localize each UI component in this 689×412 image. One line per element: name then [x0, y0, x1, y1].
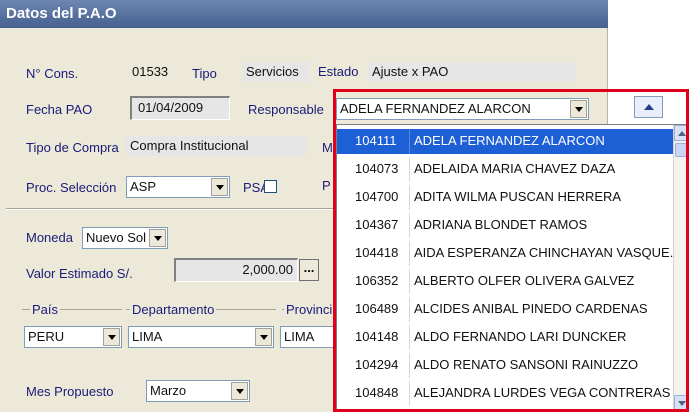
valor-estimado-field[interactable]: 2,000.00 [174, 258, 298, 282]
column-divider [409, 353, 410, 378]
list-item-name: ADELA FERNANDEZ ALARCON [414, 133, 605, 148]
psa-checkbox[interactable] [264, 180, 277, 193]
list-item-name: ADITA WILMA PUSCAN HERRERA [414, 189, 622, 204]
list-item[interactable]: 104111 ADELA FERNANDEZ ALARCON [337, 129, 673, 154]
departamento-dropdown-button[interactable] [255, 328, 272, 346]
list-item-code: 104700 [355, 189, 399, 204]
list-item-code: 104148 [355, 329, 399, 344]
provincia-value: LIMA [284, 329, 315, 344]
column-divider [409, 241, 410, 266]
list-item-code: 106489 [355, 301, 399, 316]
proc-seleccion-select[interactable]: ASP [126, 176, 230, 198]
proc-seleccion-label: Proc. Selección [26, 180, 117, 195]
chevron-down-icon [678, 401, 686, 406]
column-divider [409, 297, 410, 322]
mes-propuesto-label: Mes Propuesto [26, 384, 114, 399]
moneda-label: Moneda [26, 230, 73, 245]
fecha-pao-label: Fecha PAO [26, 102, 93, 117]
responsable-dropdown-button[interactable] [570, 100, 587, 118]
scroll-down-arrow[interactable] [674, 395, 688, 411]
chevron-down-icon [235, 388, 244, 394]
responsable-dropdown-list[interactable]: 104111 ADELA FERNANDEZ ALARCON 104073 ADELA… [336, 124, 689, 412]
moneda-value: Nuevo Sol [86, 230, 146, 245]
list-item-name: ALBERTO OLFER OLIVERA GALVEZ [414, 273, 635, 288]
tipo-value: Servicios [242, 62, 310, 82]
list-item[interactable]: 104294 ALDO RENATO SANSONI RAINUZZO [337, 353, 673, 378]
departamento-select[interactable]: LIMA [128, 326, 274, 348]
list-item-name: ALDO FERNANDO LARI DUNCKER [414, 329, 627, 344]
departamento-group-label: Departamento [130, 302, 217, 317]
responsable-select[interactable]: ADELA FERNANDEZ ALARCON [336, 98, 589, 120]
chevron-down-icon [215, 184, 224, 190]
list-item-name: AIDA ESPERANZA CHINCHAYAN VASQUE. [414, 245, 674, 260]
pais-dropdown-button[interactable] [103, 328, 120, 346]
list-item-code: 104848 [355, 385, 399, 400]
scroll-up-button[interactable] [634, 96, 663, 118]
pais-select[interactable]: PERU [24, 326, 122, 348]
column-divider [409, 325, 410, 350]
list-item[interactable]: 106489 ALCIDES ANIBAL PINEDO CARDENAS [337, 297, 673, 322]
valor-lookup-button[interactable]: ... [299, 259, 319, 281]
provincia-group-label: Provinci [284, 302, 335, 317]
window-title: Datos del P.A.O [0, 0, 608, 28]
scroll-up-arrow[interactable] [674, 125, 688, 141]
list-item-code: 104111 [355, 133, 397, 148]
list-item[interactable]: 106352 ALBERTO OLFER OLIVERA GALVEZ [337, 269, 673, 294]
moneda-dropdown-button[interactable] [149, 229, 166, 247]
responsable-label: Responsable [248, 102, 324, 117]
list-item-code: 104367 [355, 217, 399, 232]
fecha-pao-field[interactable]: 01/04/2009 [130, 96, 230, 120]
proc-seleccion-value: ASP [130, 179, 157, 194]
list-item[interactable]: 104073 ADELAIDA MARIA CHAVEZ DAZA [337, 157, 673, 182]
estado-label: Estado [318, 64, 359, 79]
hidden-m-label: M [322, 140, 333, 155]
chevron-down-icon [574, 106, 583, 112]
list-item-code: 104418 [355, 245, 399, 260]
hidden-p-label: P [322, 178, 331, 193]
list-item-code: 104294 [355, 357, 399, 372]
column-divider [409, 157, 410, 182]
list-item-name: ADRIANA BLONDET RAMOS [414, 217, 588, 232]
column-divider [409, 129, 410, 154]
mes-propuesto-value: Marzo [150, 383, 187, 398]
tipo-compra-label: Tipo de Compra [26, 140, 119, 155]
mes-propuesto-dropdown-button[interactable] [231, 382, 248, 400]
responsable-select-value: ADELA FERNANDEZ ALARCON [340, 101, 531, 116]
tipo-compra-value: Compra Institucional [126, 136, 306, 156]
scroll-thumb[interactable] [675, 143, 687, 157]
provincia-select[interactable]: LIMA [280, 326, 336, 348]
column-divider [409, 269, 410, 294]
chevron-down-icon [107, 334, 116, 340]
pais-value: PERU [28, 329, 65, 344]
column-divider [409, 185, 410, 210]
list-item[interactable]: 104848 ALEJANDRA LURDES VEGA CONTRERAS [337, 381, 673, 406]
list-item-name: ALCIDES ANIBAL PINEDO CARDENAS [414, 301, 648, 316]
list-item-code: 106352 [355, 273, 399, 288]
list-item-name: ALDO RENATO SANSONI RAINUZZO [414, 357, 639, 372]
valor-estimado-label: Valor Estimado S/. [26, 266, 133, 281]
mes-propuesto-select[interactable]: Marzo [146, 380, 250, 402]
moneda-select[interactable]: Nuevo Sol [82, 227, 168, 249]
column-divider [409, 381, 410, 406]
chevron-down-icon [259, 334, 268, 340]
list-item-name: ADELAIDA MARIA CHAVEZ DAZA [414, 161, 616, 176]
pais-group-label: País [30, 302, 61, 317]
chevron-up-icon [644, 104, 654, 110]
proc-seleccion-dropdown-button[interactable] [211, 178, 228, 196]
chevron-up-icon [678, 131, 686, 136]
list-item[interactable]: 104418 AIDA ESPERANZA CHINCHAYAN VASQUE. [337, 241, 673, 266]
chevron-down-icon [153, 235, 162, 241]
list-item[interactable]: 104367 ADRIANA BLONDET RAMOS [337, 213, 673, 238]
list-item[interactable]: 104148 ALDO FERNANDO LARI DUNCKER [337, 325, 673, 350]
estado-value: Ajuste x PAO [368, 62, 576, 82]
num-cons-label: N° Cons. [26, 66, 79, 81]
num-cons-value: 01533 [132, 64, 169, 79]
list-item[interactable]: 104700 ADITA WILMA PUSCAN HERRERA [337, 185, 673, 210]
tipo-label: Tipo [192, 66, 217, 81]
dropdown-scrollbar[interactable] [673, 125, 688, 411]
departamento-value: LIMA [132, 329, 163, 344]
list-item-code: 104073 [355, 161, 399, 176]
list-item-name: ALEJANDRA LURDES VEGA CONTRERAS [414, 385, 671, 400]
column-divider [409, 213, 410, 238]
